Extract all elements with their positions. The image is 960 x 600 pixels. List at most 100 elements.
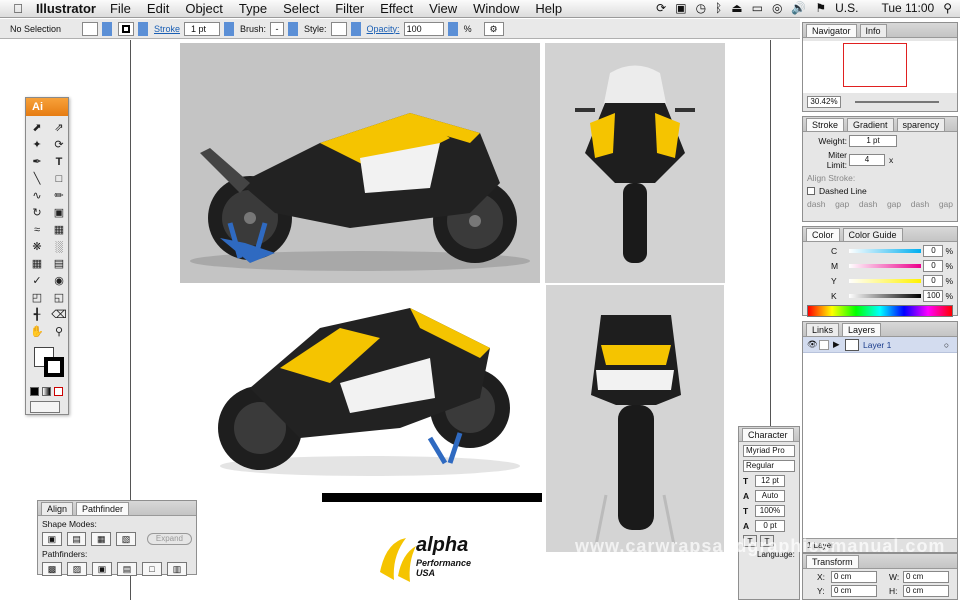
eject-icon[interactable]: ⏏ xyxy=(731,1,742,15)
menu-filter[interactable]: Filter xyxy=(335,1,364,16)
menu-type[interactable]: Type xyxy=(239,1,267,16)
zoom-slider[interactable] xyxy=(855,101,939,103)
direct-selection-tool-icon[interactable]: ⇗ xyxy=(50,120,68,135)
leading-field[interactable]: Auto xyxy=(755,490,785,502)
tab-color[interactable]: Color xyxy=(806,228,840,241)
motorcycle-angle-photo[interactable] xyxy=(180,288,540,488)
font-size-field[interactable]: 12 pt xyxy=(755,475,785,487)
channel-m-value[interactable]: 0 xyxy=(923,260,944,272)
stroke-dropdown[interactable] xyxy=(138,21,148,36)
selection-tool-icon[interactable]: ⬈ xyxy=(28,120,46,135)
w-field[interactable]: 0 cm xyxy=(903,571,949,583)
input-source[interactable]: U.S. xyxy=(835,1,858,15)
magic-wand-tool-icon[interactable]: ✦ xyxy=(28,137,46,152)
clock[interactable]: Tue 11:00 xyxy=(881,1,934,15)
h-field[interactable]: 0 cm xyxy=(903,585,949,597)
gradient-mode-icon[interactable] xyxy=(42,387,51,396)
menu-select[interactable]: Select xyxy=(283,1,319,16)
channel-y-slider[interactable] xyxy=(849,279,922,283)
trim-button[interactable]: ▨ xyxy=(67,562,87,576)
tab-align[interactable]: Align xyxy=(41,502,74,515)
paintbrush-tool-icon[interactable]: ∿ xyxy=(28,188,46,203)
menu-object[interactable]: Object xyxy=(185,1,223,16)
pen-tool-icon[interactable]: ✒ xyxy=(28,154,46,169)
expand-button[interactable]: Expand xyxy=(146,533,193,545)
stroke-weight-field[interactable]: 1 pt xyxy=(184,21,221,36)
target-icon[interactable]: ○ xyxy=(944,340,949,350)
warp-tool-icon[interactable]: ≈ xyxy=(28,222,46,237)
minus-back-button[interactable]: ▥ xyxy=(167,562,187,576)
opacity-field[interactable]: 100 xyxy=(403,21,444,36)
expand-triangle-icon[interactable]: ▶ xyxy=(833,339,841,350)
motorcycle-rear-photo[interactable] xyxy=(546,285,724,552)
menu-view[interactable]: View xyxy=(429,1,457,16)
stroke-weight-dropdown[interactable] xyxy=(224,21,235,36)
opacity-label[interactable]: Opacity: xyxy=(367,24,400,34)
miter-field[interactable]: 4 xyxy=(849,154,885,166)
sync-icon[interactable]: ⟳ xyxy=(656,1,666,15)
stroke-swatch[interactable] xyxy=(118,21,134,36)
scale-field[interactable]: 100% xyxy=(755,505,785,517)
style-swatch[interactable] xyxy=(330,21,347,36)
font-style-field[interactable]: Regular xyxy=(743,460,795,472)
volume-icon[interactable]: 🔊 xyxy=(791,1,806,15)
motorcycle-front-photo[interactable] xyxy=(545,43,725,283)
scale-tool-icon[interactable]: ▣ xyxy=(50,205,68,220)
menu-file[interactable]: File xyxy=(110,1,131,16)
blend-tool-icon[interactable]: ◉ xyxy=(50,273,68,288)
mesh-tool-icon[interactable]: ▦ xyxy=(28,256,46,271)
line-tool-icon[interactable]: ╲ xyxy=(28,171,46,186)
visibility-eye-icon[interactable]: 👁 xyxy=(807,339,819,350)
screen-mode-button[interactable] xyxy=(30,401,60,413)
menu-edit[interactable]: Edit xyxy=(147,1,169,16)
color-mode-icon[interactable] xyxy=(30,387,39,396)
rectangle-tool-icon[interactable]: □ xyxy=(50,171,68,186)
hand-tool-icon[interactable]: ✋ xyxy=(28,324,46,339)
finder-icon[interactable]: ▣ xyxy=(675,1,686,15)
crop-button[interactable]: ▤ xyxy=(117,562,137,576)
tools-panel-title[interactable]: Ai xyxy=(26,98,68,116)
wifi-icon[interactable]: ◎ xyxy=(772,1,782,15)
channel-m-slider[interactable] xyxy=(849,264,922,268)
unite-button[interactable]: ▣ xyxy=(42,532,62,546)
tab-navigator[interactable]: Navigator xyxy=(806,24,857,37)
weight-field[interactable]: 1 pt xyxy=(849,135,897,147)
stroke-label[interactable]: Stroke xyxy=(154,24,180,34)
black-divider-bar[interactable] xyxy=(322,493,542,502)
tab-color-guide[interactable]: Color Guide xyxy=(842,228,903,241)
channel-y-value[interactable]: 0 xyxy=(923,275,944,287)
stroke-swatch-icon[interactable] xyxy=(44,357,64,377)
motorcycle-side-photo[interactable] xyxy=(180,43,540,283)
fill-swatch[interactable] xyxy=(82,21,98,36)
tab-transparency[interactable]: sparency xyxy=(896,118,946,131)
timemachine-icon[interactable]: ◷ xyxy=(696,1,706,15)
x-field[interactable]: 0 cm xyxy=(831,571,877,583)
menu-window[interactable]: Window xyxy=(473,1,519,16)
symbol-sprayer-tool-icon[interactable]: ❋ xyxy=(28,239,46,254)
bluetooth-icon[interactable]: ᛒ xyxy=(715,1,722,15)
navigator-view-box[interactable] xyxy=(843,43,907,87)
eraser-tool-icon[interactable]: ⌫ xyxy=(50,307,68,322)
exclude-button[interactable]: ▧ xyxy=(116,532,136,546)
pencil-tool-icon[interactable]: ✏ xyxy=(50,188,68,203)
display-icon[interactable]: ▭ xyxy=(752,1,763,15)
menu-effect[interactable]: Effect xyxy=(380,1,413,16)
tab-links[interactable]: Links xyxy=(806,323,840,336)
channel-c-value[interactable]: 0 xyxy=(923,245,944,257)
fill-dropdown[interactable] xyxy=(102,21,112,36)
minus-front-button[interactable]: ▤ xyxy=(66,532,87,546)
slice-tool-icon[interactable]: ╉ xyxy=(28,307,46,322)
intersect-button[interactable]: ▦ xyxy=(91,532,112,546)
baseline-field[interactable]: 0 pt xyxy=(755,520,785,532)
channel-k-slider[interactable] xyxy=(849,294,922,298)
tab-stroke[interactable]: Stroke xyxy=(806,118,845,131)
brush-field[interactable]: - xyxy=(270,21,285,36)
lock-toggle[interactable] xyxy=(819,339,829,350)
document-setup-button[interactable]: ⚙ xyxy=(483,21,504,36)
tab-info[interactable]: Info xyxy=(859,24,887,37)
channel-c-slider[interactable] xyxy=(849,249,922,253)
rotate-tool-icon[interactable]: ↻ xyxy=(28,205,46,220)
lasso-tool-icon[interactable]: ⟳ xyxy=(50,137,68,152)
zoom-field[interactable]: 30.42% xyxy=(807,96,841,108)
live-paint-selection-tool-icon[interactable]: ◱ xyxy=(50,290,68,305)
